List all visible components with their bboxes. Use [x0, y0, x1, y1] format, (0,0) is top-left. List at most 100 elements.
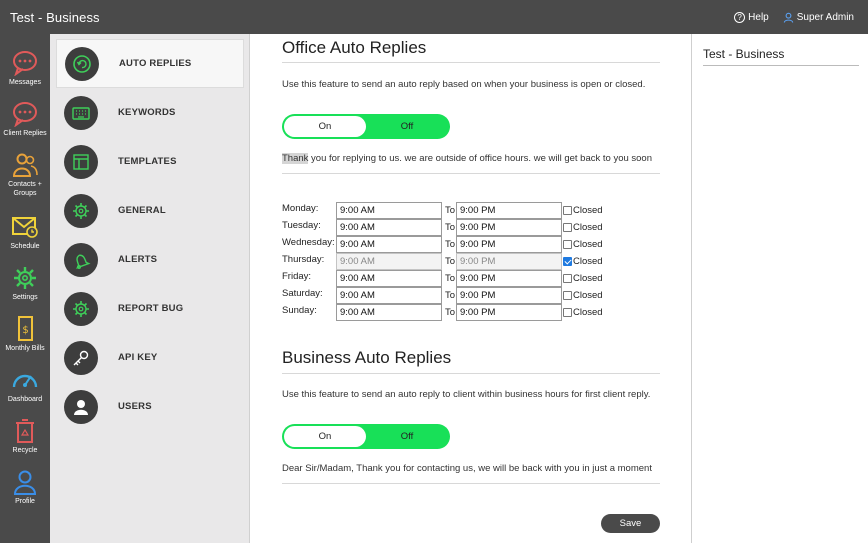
menu-item-templates[interactable]: TEMPLATES — [56, 137, 244, 186]
closed-checkbox[interactable]: Closed — [563, 290, 603, 301]
schedule-icon — [12, 217, 38, 238]
right-panel-divider — [703, 65, 859, 66]
rail-label: Dashboard — [7, 396, 43, 403]
user-menu[interactable]: Super Admin — [783, 12, 854, 23]
help-label: Help — [748, 11, 769, 23]
toggle-on[interactable]: On — [284, 116, 366, 137]
help-link[interactable]: ? Help — [734, 11, 769, 23]
rail-item-client-replies[interactable]: Client Replies — [0, 101, 50, 138]
checkbox-box[interactable] — [563, 257, 572, 266]
from-time-input[interactable]: 9:00 AM — [336, 304, 442, 321]
user-label: Super Admin — [796, 11, 854, 23]
menu-item-auto-replies[interactable]: AUTO REPLIES — [56, 39, 244, 88]
rail-item-settings[interactable]: Settings — [0, 265, 50, 302]
message-text: you for replying to us. we are outside o… — [308, 153, 653, 164]
user-icon — [64, 389, 98, 424]
from-time-input[interactable]: 9:00 AM — [336, 202, 442, 219]
closed-label: Closed — [573, 290, 603, 301]
to-label: To — [445, 273, 456, 284]
rail-label: Recycle — [12, 447, 38, 454]
closed-label: Closed — [573, 273, 603, 284]
from-time-input[interactable]: 9:00 AM — [336, 253, 442, 270]
from-time-input[interactable]: 9:00 AM — [336, 236, 442, 253]
office-description: Use this feature to send an auto reply b… — [282, 79, 646, 90]
dashboard-icon — [12, 374, 38, 388]
from-time-input[interactable]: 9:00 AM — [336, 270, 442, 287]
menu-label: REPORT BUG — [118, 303, 184, 314]
rail-label: Settings — [12, 294, 38, 301]
to-label: To — [445, 205, 456, 216]
rail-item-messages[interactable]: Messages — [0, 50, 50, 87]
toggle-on[interactable]: On — [284, 426, 366, 447]
toggle-off[interactable]: Off — [366, 121, 448, 132]
bug-gear-icon — [64, 291, 98, 326]
menu-item-alerts[interactable]: ALERTS — [56, 235, 244, 284]
rail-item-monthly-bills[interactable]: $ Monthly Bills — [0, 316, 50, 353]
closed-checkbox[interactable]: Closed — [563, 307, 603, 318]
template-icon — [64, 144, 98, 179]
save-button[interactable]: Save — [601, 514, 660, 533]
main-content: Office Auto Replies Use this feature to … — [251, 34, 691, 543]
to-time-input[interactable]: 9:00 PM — [456, 236, 562, 253]
rail-item-schedule[interactable]: Schedule — [0, 214, 50, 251]
closed-checkbox[interactable]: Closed — [563, 273, 603, 284]
title-divider — [282, 373, 660, 374]
rail-item-contacts[interactable]: Contacts + Groups — [0, 152, 50, 198]
day-label: Tuesday: — [282, 220, 321, 231]
menu-label: USERS — [118, 401, 152, 412]
checkbox-box[interactable] — [563, 291, 572, 300]
profile-icon — [13, 470, 37, 495]
checkbox-box[interactable] — [563, 206, 572, 215]
recycle-icon — [16, 419, 34, 443]
menu-label: KEYWORDS — [118, 107, 176, 118]
to-time-input[interactable]: 9:00 PM — [456, 253, 562, 270]
to-time-input[interactable]: 9:00 PM — [456, 304, 562, 321]
from-time-input[interactable]: 9:00 AM — [336, 287, 442, 304]
key-icon — [64, 340, 98, 375]
to-time-input[interactable]: 9:00 PM — [456, 287, 562, 304]
business-toggle[interactable]: On Off — [282, 424, 450, 449]
to-label: To — [445, 222, 456, 233]
closed-checkbox[interactable]: Closed — [563, 256, 603, 267]
closed-checkbox[interactable]: Closed — [563, 205, 603, 216]
keyboard-icon — [64, 95, 98, 130]
closed-checkbox[interactable]: Closed — [563, 222, 603, 233]
menu-item-general[interactable]: GENERAL — [56, 186, 244, 235]
business-title: Business Auto Replies — [282, 348, 452, 367]
closed-label: Closed — [573, 222, 603, 233]
rail-item-profile[interactable]: Profile — [0, 469, 50, 506]
office-toggle[interactable]: On Off — [282, 114, 450, 139]
office-message-field[interactable]: Thank you for replying to us. we are out… — [282, 153, 660, 174]
from-time-input[interactable]: 9:00 AM — [336, 219, 442, 236]
left-rail: Messages Client Replies Contacts + Group… — [0, 34, 50, 543]
to-label: To — [445, 290, 456, 301]
day-label: Friday: — [282, 271, 312, 282]
menu-item-api-key[interactable]: API KEY — [56, 333, 244, 382]
business-message-field[interactable]: Dear Sir/Madam, Thank you for contacting… — [282, 463, 660, 484]
gear-icon — [64, 193, 98, 228]
rail-item-recycle[interactable]: Recycle — [0, 418, 50, 455]
menu-item-users[interactable]: USERS — [56, 382, 244, 431]
to-time-input[interactable]: 9:00 PM — [456, 202, 562, 219]
closed-label: Closed — [573, 205, 603, 216]
checkbox-box[interactable] — [563, 308, 572, 317]
menu-item-keywords[interactable]: KEYWORDS — [56, 88, 244, 137]
toggle-off[interactable]: Off — [366, 431, 448, 442]
to-time-input[interactable]: 9:00 PM — [456, 270, 562, 287]
menu-item-report-bug[interactable]: REPORT BUG — [56, 284, 244, 333]
to-time-input[interactable]: 9:00 PM — [456, 219, 562, 236]
menu-label: TEMPLATES — [118, 156, 177, 167]
bell-icon — [64, 242, 98, 277]
settings-icon — [14, 267, 36, 289]
bills-icon: $ — [18, 316, 33, 341]
checkbox-box[interactable] — [563, 274, 572, 283]
rail-label: Client Replies — [3, 130, 47, 137]
checkbox-box[interactable] — [563, 223, 572, 232]
rail-item-dashboard[interactable]: Dashboard — [0, 367, 50, 404]
closed-checkbox[interactable]: Closed — [563, 239, 603, 250]
menu-label: GENERAL — [118, 205, 166, 216]
office-title: Office Auto Replies — [282, 38, 427, 57]
checkbox-box[interactable] — [563, 240, 572, 249]
rail-label: Monthly Bills — [5, 345, 45, 352]
rail-label: Profile — [15, 498, 35, 505]
